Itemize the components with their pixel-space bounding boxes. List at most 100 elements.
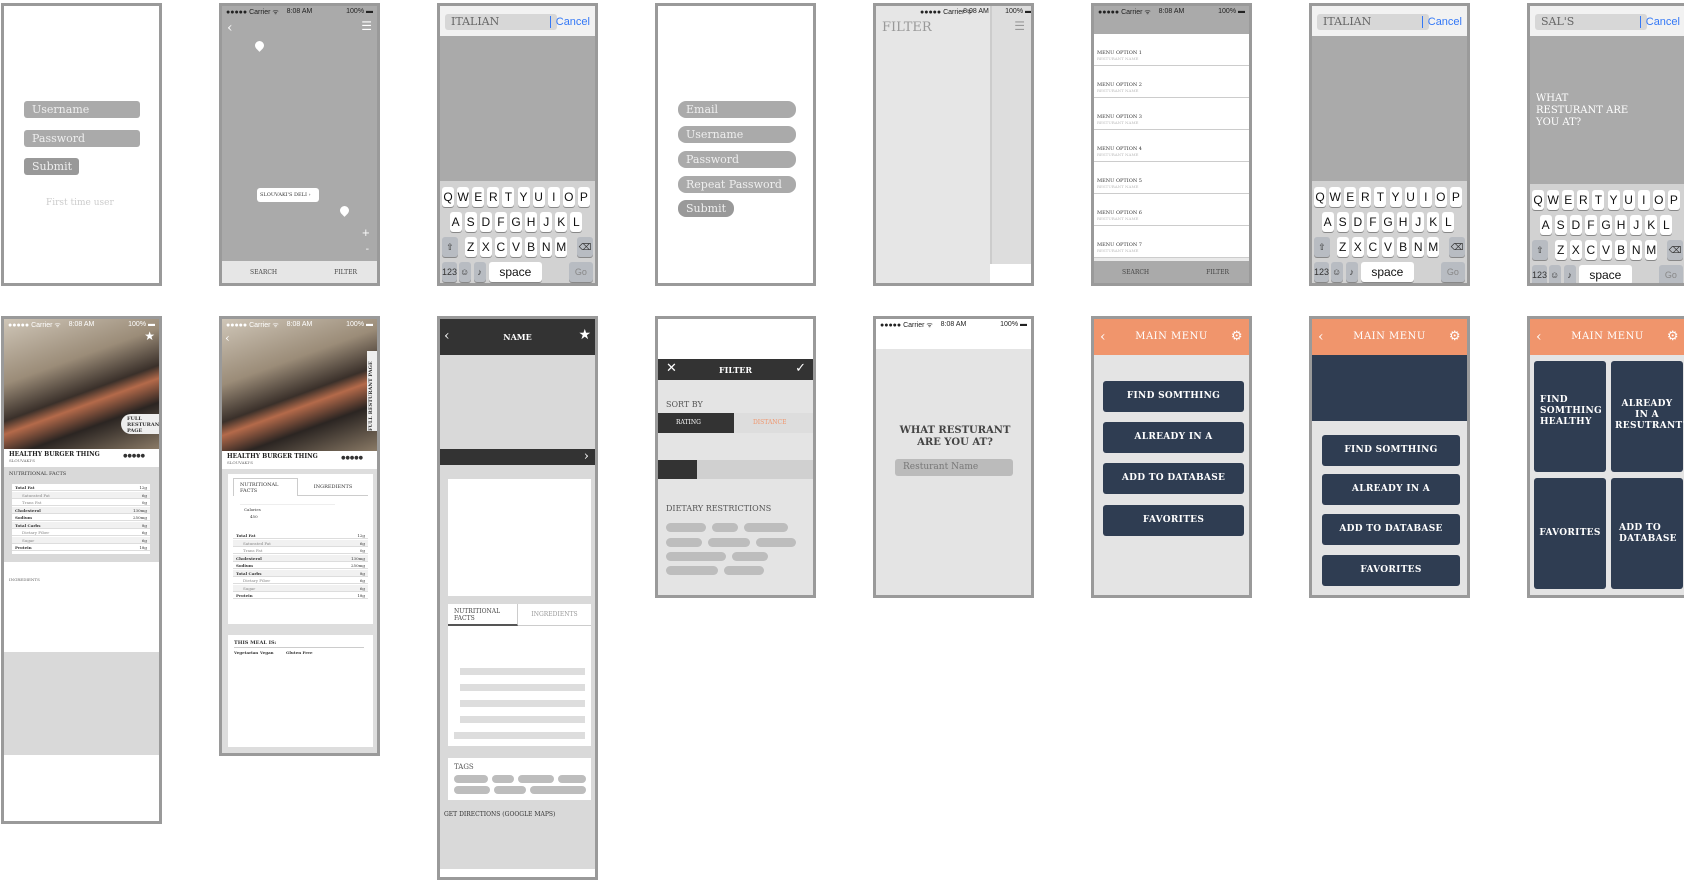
gear-icon[interactable]: ⚙ (1231, 319, 1243, 355)
sort-rating-button[interactable]: RATING (658, 413, 734, 433)
dietary-chip[interactable] (666, 538, 702, 547)
add-to-database-button[interactable]: ADD TO DATABASE (1103, 463, 1244, 494)
range-slider[interactable] (658, 460, 813, 479)
key-m[interactable]: M (1427, 237, 1440, 257)
key-a[interactable]: A (1321, 212, 1334, 232)
key-l[interactable]: L (570, 212, 583, 232)
map-callout[interactable]: SLOUVAKI'S DELI › (257, 188, 319, 202)
shift-key[interactable]: ⇧ (442, 237, 458, 257)
dietary-chip[interactable] (708, 538, 750, 547)
submit-button[interactable]: Submit (678, 200, 734, 217)
tab-search[interactable]: SEARCH (1122, 269, 1149, 276)
key-g[interactable]: G (1599, 215, 1613, 235)
key-q[interactable]: Q (1532, 190, 1545, 210)
key-e[interactable]: E (1562, 190, 1575, 210)
key-s[interactable]: S (1554, 215, 1567, 235)
mic-icon[interactable]: ♪ (1345, 262, 1358, 282)
dietary-chip[interactable] (756, 538, 796, 547)
key-l[interactable]: L (1442, 212, 1455, 232)
dietary-chip[interactable] (724, 566, 764, 575)
list-icon[interactable]: ☰ (361, 20, 372, 32)
key-x[interactable]: X (1569, 240, 1582, 260)
key-d[interactable]: D (1351, 212, 1364, 232)
get-directions-link[interactable]: GET DIRECTIONS (GOOGLE MAPS) (444, 811, 555, 818)
go-key[interactable]: Go (1440, 262, 1465, 282)
key-v[interactable]: V (1381, 237, 1395, 257)
key-m[interactable]: M (1645, 240, 1658, 260)
key-j[interactable]: J (540, 212, 553, 232)
back-icon[interactable]: ‹ (1536, 319, 1542, 355)
tab-ingredients[interactable]: INGREDIENTS (518, 604, 591, 626)
go-key[interactable]: Go (1658, 265, 1683, 283)
key-r[interactable]: R (487, 187, 500, 207)
emoji-key[interactable]: ☺ (1330, 262, 1343, 282)
back-icon[interactable]: ‹ (1100, 319, 1106, 355)
back-icon[interactable]: ‹ (1318, 319, 1324, 355)
key-h[interactable]: H (525, 212, 538, 232)
numbers-key[interactable]: 123 (442, 262, 457, 282)
key-y[interactable]: Y (1389, 187, 1402, 207)
list-icon[interactable]: ☰ (1014, 20, 1025, 32)
key-z[interactable]: Z (464, 237, 477, 257)
favorites-button[interactable]: FAVORITES (1322, 555, 1460, 586)
star-icon[interactable]: ★ (144, 329, 155, 343)
favorites-tile[interactable]: FAVORITES (1534, 478, 1606, 589)
map-pin-icon[interactable] (338, 204, 351, 217)
key-v[interactable]: V (1599, 240, 1613, 260)
key-c[interactable]: C (1366, 237, 1379, 257)
key-u[interactable]: U (1404, 187, 1417, 207)
key-d[interactable]: D (1569, 215, 1582, 235)
list-item[interactable]: MENU OPTION 3 RESTURANT NAME (1094, 98, 1249, 130)
tab-filter[interactable]: FILTER (1206, 269, 1229, 276)
map-pin-icon[interactable] (253, 39, 266, 52)
gear-icon[interactable]: ⚙ (1449, 319, 1461, 355)
favorites-button[interactable]: FAVORITES (1103, 505, 1244, 536)
key-p[interactable]: P (1667, 190, 1680, 210)
tab-nutrition[interactable]: NUTRITIONAL FACTS (233, 478, 298, 496)
dietary-chip[interactable] (744, 523, 788, 532)
key-h[interactable]: H (1397, 212, 1410, 232)
key-u[interactable]: U (1622, 190, 1635, 210)
in-restaurant-button[interactable]: ALREADY IN A RESTURANT? (1322, 474, 1460, 525)
list-item[interactable]: MENU OPTION 6 RESTURANT NAME (1094, 194, 1249, 226)
key-b[interactable]: B (525, 237, 538, 257)
delete-key[interactable]: ⌫ (577, 237, 593, 257)
key-c[interactable]: C (494, 237, 507, 257)
tab-filter[interactable]: FILTER (334, 269, 357, 276)
list-item[interactable]: MENU OPTION 5 RESTURANT NAME (1094, 162, 1249, 194)
full-page-tab[interactable]: FULL RESTURANT PAGE (367, 351, 377, 431)
key-x[interactable]: X (1351, 237, 1364, 257)
full-page-tab[interactable]: FULL RESTURANT PAGE (121, 414, 159, 434)
key-b[interactable]: B (1615, 240, 1628, 260)
shift-key[interactable]: ⇧ (1532, 240, 1548, 260)
username-field[interactable]: Username (678, 126, 796, 143)
directions-bar[interactable]: › (440, 449, 595, 465)
key-n[interactable]: N (1630, 240, 1643, 260)
key-i[interactable]: I (547, 187, 560, 207)
key-q[interactable]: Q (442, 187, 455, 207)
restaurant-name-input[interactable]: Resturant Name (895, 459, 1013, 476)
key-g[interactable]: G (509, 212, 523, 232)
key-h[interactable]: H (1615, 215, 1628, 235)
dietary-chip[interactable] (666, 552, 726, 561)
key-f[interactable]: F (1366, 212, 1379, 232)
email-field[interactable]: Email (678, 101, 796, 118)
in-restaurant-tile[interactable]: ALREADY IN A RESUTRANT? (1611, 361, 1684, 472)
in-restaurant-button[interactable]: ALREADY IN A RESTURANT? (1103, 422, 1244, 473)
cancel-button[interactable]: Cancel (1428, 14, 1462, 30)
zoom-out-button[interactable]: - (366, 244, 369, 255)
key-g[interactable]: G (1381, 212, 1395, 232)
delete-key[interactable]: ⌫ (1449, 237, 1465, 257)
find-healthy-button[interactable]: FIND SOMTHING HEALTHY (1103, 381, 1244, 432)
search-input[interactable]: SAL'S (1535, 14, 1647, 30)
mic-icon[interactable]: ♪ (1563, 265, 1576, 283)
key-p[interactable]: P (577, 187, 590, 207)
key-l[interactable]: L (1660, 215, 1673, 235)
cancel-button[interactable]: Cancel (1646, 14, 1680, 30)
key-c[interactable]: C (1584, 240, 1597, 260)
find-healthy-tile[interactable]: FIND SOMTHING HEALTHY (1534, 361, 1606, 472)
password-field[interactable]: Password (24, 130, 140, 147)
key-i[interactable]: I (1419, 187, 1432, 207)
delete-key[interactable]: ⌫ (1667, 240, 1683, 260)
key-z[interactable]: Z (1554, 240, 1567, 260)
